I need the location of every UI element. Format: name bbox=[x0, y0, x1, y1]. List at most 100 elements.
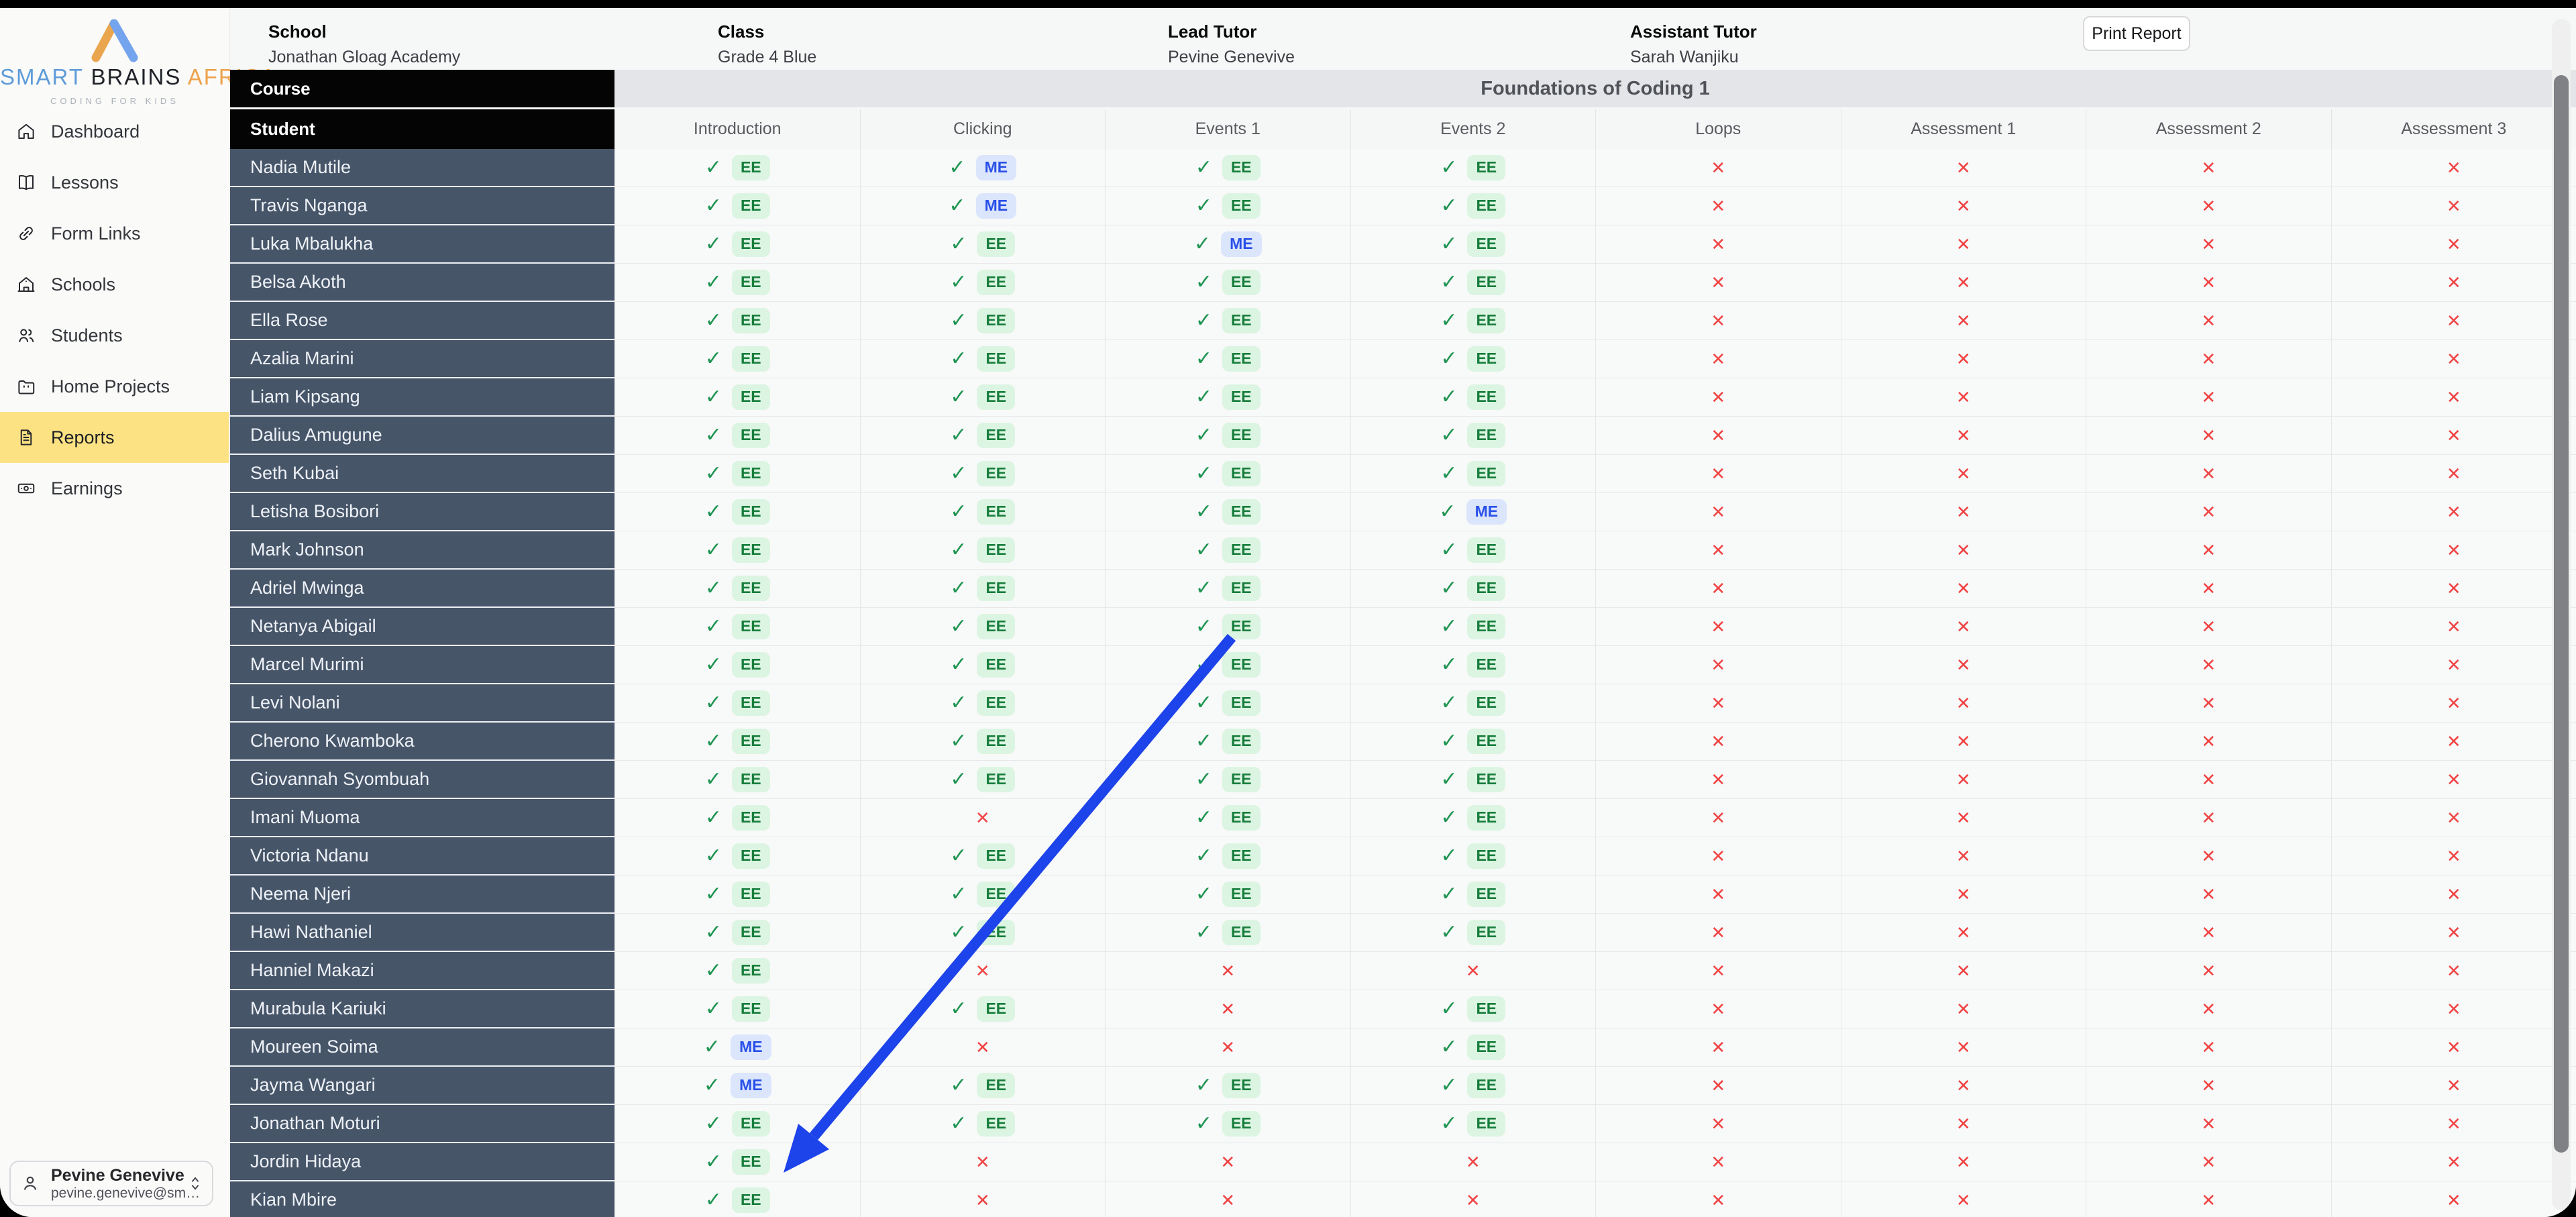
student-name-cell[interactable]: Jordin Hidaya bbox=[230, 1143, 614, 1181]
student-name-cell[interactable]: Jayma Wangari bbox=[230, 1067, 614, 1105]
student-name-cell[interactable]: Ella Rose bbox=[230, 302, 614, 340]
student-name-cell[interactable]: Levi Nolani bbox=[230, 684, 614, 723]
grade-cell: ✓EE bbox=[614, 952, 860, 990]
sidebar-item-home-projects[interactable]: Home Projects bbox=[0, 361, 229, 412]
grade-cell: ✓EE bbox=[1350, 837, 1596, 876]
grade-badge-ee: EE bbox=[732, 882, 770, 906]
grade-cell: ✓EE bbox=[860, 684, 1106, 723]
student-name-cell[interactable]: Nadia Mutile bbox=[230, 149, 614, 187]
table-row: Jonathan Moturi✓EE✓EE✓EE✓EE✕✕✕✕ bbox=[230, 1105, 2576, 1143]
user-profile[interactable]: Pevine Genevive pevine.genevive@sm… bbox=[9, 1161, 213, 1206]
sidebar-item-lessons[interactable]: Lessons bbox=[0, 157, 229, 208]
main-content: SchoolJonathan Gloag AcademyClassGrade 4… bbox=[230, 8, 2576, 1217]
grade-badge-ee: EE bbox=[732, 193, 770, 218]
grade-cell: ✓EE bbox=[1350, 302, 1596, 340]
scrollbar-thumb[interactable] bbox=[2554, 75, 2569, 1153]
student-name-cell[interactable]: Liam Kipsang bbox=[230, 378, 614, 417]
grade-cell: ✓EE bbox=[860, 990, 1106, 1028]
student-name-cell[interactable]: Jonathan Moturi bbox=[230, 1105, 614, 1143]
grade-cell: ✕ bbox=[1841, 952, 2086, 990]
student-name-cell[interactable]: Kian Mbire bbox=[230, 1181, 614, 1217]
cross-icon: ✕ bbox=[1711, 541, 1725, 559]
grade-badge-ee: EE bbox=[1222, 499, 1260, 524]
student-name-cell[interactable]: Luka Mbalukha bbox=[230, 225, 614, 264]
sidebar-item-earnings[interactable]: Earnings bbox=[0, 463, 229, 514]
grade-badge-ee: EE bbox=[1222, 690, 1260, 715]
student-name-cell[interactable]: Hawi Nathaniel bbox=[230, 914, 614, 952]
student-name-cell[interactable]: Azalia Marini bbox=[230, 340, 614, 378]
check-icon: ✓ bbox=[1440, 158, 1457, 178]
sidebar-item-form-links[interactable]: Form Links bbox=[0, 208, 229, 259]
sidebar-item-schools[interactable]: Schools bbox=[0, 259, 229, 310]
grade-cell: ✓EE bbox=[1350, 761, 1596, 799]
student-name-cell[interactable]: Marcel Murimi bbox=[230, 646, 614, 684]
field-value: Grade 4 Blue bbox=[718, 48, 816, 67]
cross-icon: ✕ bbox=[1956, 847, 1971, 865]
grade-cell: ✕ bbox=[1595, 1028, 1841, 1067]
grade-cell: ✓EE bbox=[1350, 225, 1596, 264]
student-name-cell[interactable]: Moureen Soima bbox=[230, 1028, 614, 1067]
grade-cell: ✕ bbox=[1595, 1105, 1841, 1143]
student-name-cell[interactable]: Giovannah Syombuah bbox=[230, 761, 614, 799]
student-name-cell[interactable]: Murabula Kariuki bbox=[230, 990, 614, 1028]
sidebar-item-dashboard[interactable]: Dashboard bbox=[0, 106, 229, 157]
cross-icon: ✕ bbox=[2447, 503, 2461, 521]
student-name-cell[interactable]: Letisha Bosibori bbox=[230, 493, 614, 531]
grade-badge-ee: EE bbox=[732, 1149, 770, 1174]
print-report-button[interactable]: Print Report bbox=[2083, 16, 2190, 51]
column-header-introduction: Introduction bbox=[614, 109, 860, 149]
check-icon: ✓ bbox=[1440, 884, 1457, 904]
check-icon: ✓ bbox=[705, 770, 722, 790]
grade-cell: ✓EE bbox=[614, 914, 860, 952]
student-name-cell[interactable]: Cherono Kwamboka bbox=[230, 723, 614, 761]
student-name-cell[interactable]: Seth Kubai bbox=[230, 455, 614, 493]
scrollbar-track[interactable] bbox=[2552, 19, 2571, 1210]
grade-cell: ✕ bbox=[2086, 570, 2331, 608]
cross-icon: ✕ bbox=[1956, 580, 1971, 597]
grade-cell: ✕ bbox=[1105, 1181, 1350, 1217]
student-name-cell[interactable]: Travis Nganga bbox=[230, 187, 614, 225]
cross-icon: ✕ bbox=[2447, 350, 2461, 368]
grade-cell: ✕ bbox=[1841, 264, 2086, 302]
cross-icon: ✕ bbox=[1956, 274, 1971, 291]
check-icon: ✓ bbox=[1440, 464, 1457, 484]
grade-cell: ✕ bbox=[1841, 1028, 2086, 1067]
grade-cell: ✕ bbox=[1841, 340, 2086, 378]
student-name-cell[interactable]: Dalius Amugune bbox=[230, 417, 614, 455]
grade-cell: ✕ bbox=[860, 1028, 1106, 1067]
student-name-cell[interactable]: Netanya Abigail bbox=[230, 608, 614, 646]
student-name-cell[interactable]: Imani Muoma bbox=[230, 799, 614, 837]
check-icon: ✓ bbox=[705, 425, 722, 445]
grade-cell: ✕ bbox=[2331, 952, 2576, 990]
student-name-cell[interactable]: Adriel Mwinga bbox=[230, 570, 614, 608]
grade-badge-ee: EE bbox=[732, 155, 770, 180]
grade-cell: ✓EE bbox=[614, 340, 860, 378]
grade-badge-ee: EE bbox=[1222, 767, 1260, 792]
grade-cell: ✕ bbox=[1841, 302, 2086, 340]
grade-badge-ee: EE bbox=[977, 996, 1015, 1021]
check-icon: ✓ bbox=[705, 617, 722, 637]
check-icon: ✓ bbox=[1439, 502, 1456, 522]
check-icon: ✓ bbox=[950, 234, 967, 254]
student-name-cell[interactable]: Belsa Akoth bbox=[230, 264, 614, 302]
cross-icon: ✕ bbox=[1711, 1153, 1725, 1171]
grade-cell: ✕ bbox=[2086, 1105, 2331, 1143]
check-icon: ✓ bbox=[705, 693, 722, 713]
student-name-cell[interactable]: Mark Johnson bbox=[230, 531, 614, 570]
grade-cell: ✓EE bbox=[860, 608, 1106, 646]
cross-icon: ✕ bbox=[2201, 809, 2216, 827]
student-name-cell[interactable]: Neema Njeri bbox=[230, 876, 614, 914]
cross-icon: ✕ bbox=[2201, 1192, 2216, 1209]
sidebar-item-students[interactable]: Students bbox=[0, 310, 229, 361]
grade-cell: ✕ bbox=[860, 799, 1106, 837]
check-icon: ✓ bbox=[1440, 846, 1457, 866]
grade-badge-ee: EE bbox=[1467, 193, 1505, 218]
sidebar-item-reports[interactable]: Reports bbox=[0, 412, 229, 463]
sidebar: SMART BRAINS AFRICA CODING FOR KIDS Dash… bbox=[0, 8, 230, 1217]
sidebar-item-label: Reports bbox=[51, 427, 115, 448]
student-name-cell[interactable]: Victoria Ndanu bbox=[230, 837, 614, 876]
grade-cell: ✕ bbox=[1595, 1067, 1841, 1105]
check-icon: ✓ bbox=[705, 578, 722, 598]
student-name-cell[interactable]: Hanniel Makazi bbox=[230, 952, 614, 990]
grade-cell: ✓EE bbox=[614, 608, 860, 646]
